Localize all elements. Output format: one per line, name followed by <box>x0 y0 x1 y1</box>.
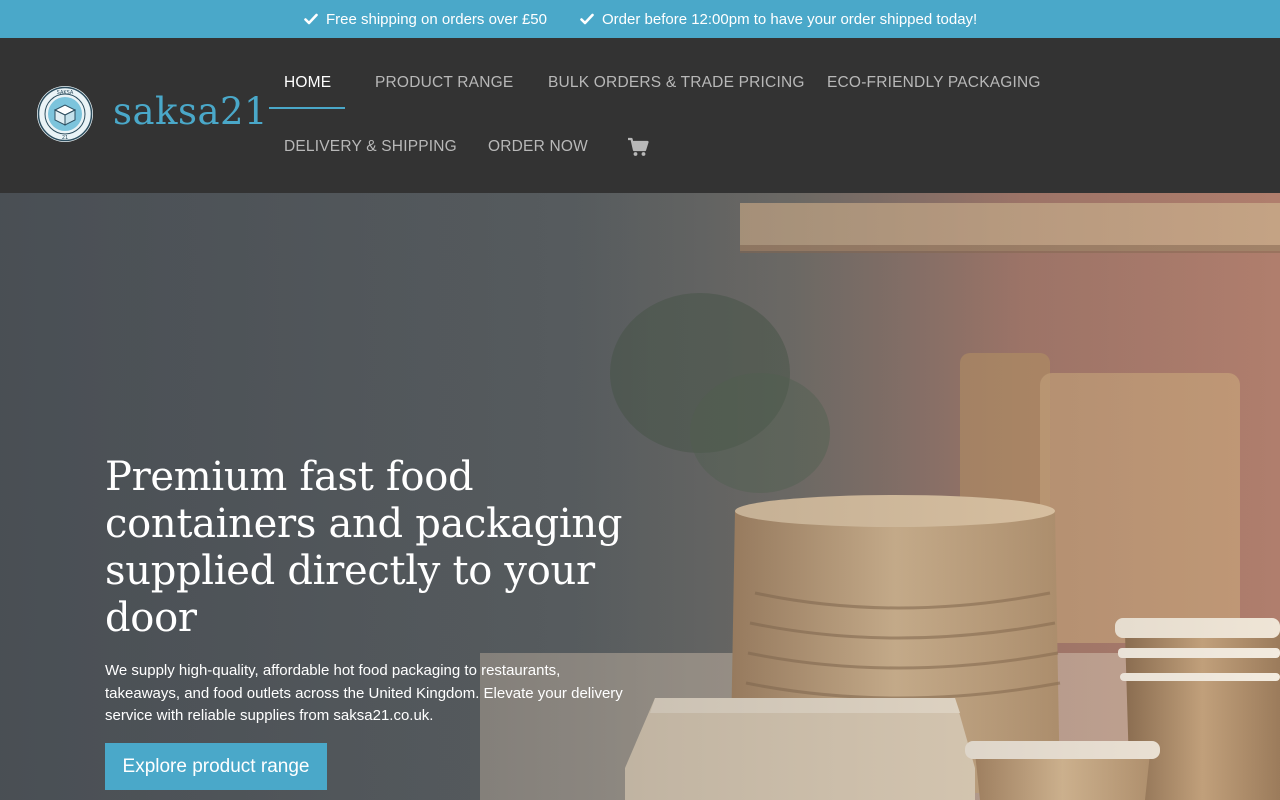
site-header: SAKSA 21 saksa21 HOME PRODUCT RANGE BULK… <box>0 38 1280 193</box>
hero-section: Premium fast food containers and packagi… <box>0 193 1280 800</box>
check-icon <box>304 13 318 25</box>
announcement-text: Order before 12:00pm to have your order … <box>602 10 978 28</box>
svg-text:21: 21 <box>62 135 68 141</box>
svg-text:SAKSA: SAKSA <box>57 90 74 96</box>
nav-item-delivery-shipping[interactable]: DELIVERY & SHIPPING <box>284 127 457 167</box>
check-icon <box>580 13 594 25</box>
nav-item-product-range[interactable]: PRODUCT RANGE <box>375 63 513 103</box>
cart-icon[interactable] <box>627 136 649 158</box>
hero-title: Premium fast food containers and packagi… <box>105 454 623 641</box>
nav-item-eco-friendly[interactable]: ECO-FRIENDLY PACKAGING <box>827 63 1041 103</box>
explore-product-range-button[interactable]: Explore product range <box>105 743 327 790</box>
nav-item-home[interactable]: HOME <box>284 63 331 103</box>
announcement-same-day: Order before 12:00pm to have your order … <box>580 0 977 38</box>
nav-item-order-now[interactable]: ORDER NOW <box>488 127 588 167</box>
nav-item-bulk-orders[interactable]: BULK ORDERS & TRADE PRICING <box>548 63 805 103</box>
announcement-free-shipping: Free shipping on orders over £50 <box>304 0 547 38</box>
announcement-bar: Free shipping on orders over £50 Order b… <box>0 0 1280 38</box>
hero-description: We supply high-quality, affordable hot f… <box>105 662 623 724</box>
nav-active-underline <box>269 107 345 109</box>
logo-badge-icon: SAKSA 21 <box>37 86 93 142</box>
logo-text[interactable]: saksa21 <box>113 90 268 133</box>
site-logo[interactable]: SAKSA 21 saksa21 <box>36 85 268 143</box>
announcement-text: Free shipping on orders over £50 <box>326 10 547 28</box>
